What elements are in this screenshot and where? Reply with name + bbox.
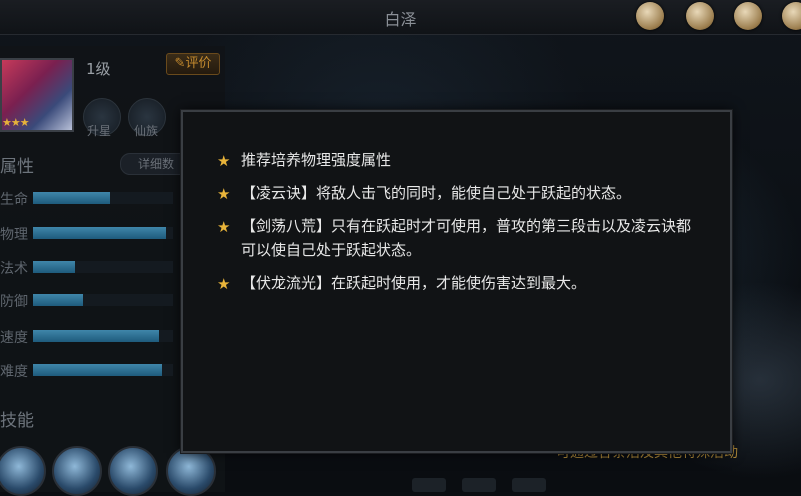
tip-text: 【伏龙流光】在跃起时使用，才能使伤害达到最大。 <box>241 274 587 292</box>
stat-bar-fill <box>33 261 75 273</box>
star-icon: ★ <box>217 275 231 293</box>
top-bar: 白泽 <box>0 0 801 35</box>
skill-icon-3[interactable] <box>108 446 158 496</box>
stat-bar-track <box>33 294 173 306</box>
stat-bar-fill <box>33 364 162 376</box>
tip-item: ★ 【伏龙流光】在跃起时使用，才能使伤害达到最大。 <box>217 271 697 295</box>
star-icon: ★ <box>217 152 231 170</box>
hero-level: 1级 <box>86 60 111 78</box>
stat-bar-track <box>33 192 173 204</box>
mail-icon[interactable] <box>636 2 664 30</box>
bottom-tab-1[interactable] <box>412 478 446 492</box>
scroll-icon[interactable] <box>686 2 714 30</box>
stat-label: 生命 <box>0 192 28 208</box>
tip-item: ★ 【凌云诀】将敌人击飞的同时，能使自己处于跃起的状态。 <box>217 181 697 205</box>
coin-icon[interactable] <box>734 2 762 30</box>
stat-bar-track <box>33 261 173 273</box>
stat-bar-fill <box>33 192 110 204</box>
skills-section-title: 技能 <box>0 411 34 431</box>
hero-tip-dialog[interactable]: ★ 推荐培养物理强度属性 ★ 【凌云诀】将敌人击飞的同时，能使自己处于跃起的状态… <box>181 110 732 453</box>
bottom-tab-2[interactable] <box>462 478 496 492</box>
stat-label: 速度 <box>0 330 28 346</box>
bottom-tab-3[interactable] <box>512 478 546 492</box>
stat-label: 物理 <box>0 227 28 243</box>
stat-bar-fill <box>33 330 159 342</box>
stat-label: 难度 <box>0 364 28 380</box>
rate-button-label: 评价 <box>185 56 212 71</box>
tip-item: ★ 【剑荡八荒】只有在跃起时才可使用，普攻的第三段击以及凌云诀都可以使自己处于跃… <box>217 214 697 262</box>
stat-bar-fill <box>33 294 84 306</box>
star-icon: ★ <box>217 218 231 236</box>
tip-item: ★ 推荐培养物理强度属性 <box>217 148 697 172</box>
stat-bar-track <box>33 364 173 376</box>
skill-icon-4[interactable] <box>166 446 216 496</box>
tip-text: 推荐培养物理强度属性 <box>241 151 392 169</box>
race-label: 仙族 <box>134 124 159 138</box>
page-title: 白泽 <box>384 10 417 29</box>
stat-bar-fill <box>33 227 166 239</box>
stat-label: 法术 <box>0 261 28 277</box>
tip-text: 【剑荡八荒】只有在跃起时才可使用，普攻的第三段击以及凌云诀都可以使自己处于跃起状… <box>241 217 692 259</box>
star-icon: ★ <box>217 185 231 203</box>
stat-bar-track <box>33 227 173 239</box>
stat-bar-track <box>33 330 173 342</box>
attributes-section-title: 属性 <box>0 157 34 177</box>
stat-label: 防御 <box>0 294 28 310</box>
skill-icon-2[interactable] <box>52 446 102 496</box>
rate-button[interactable]: ✎评价 <box>166 53 220 75</box>
hero-star-rating: ★★★ <box>2 116 30 129</box>
tip-list: ★ 推荐培养物理强度属性 ★ 【凌云诀】将敌人击飞的同时，能使自己处于跃起的状态… <box>217 148 697 304</box>
upgrade-star-label: 升星 <box>87 124 112 138</box>
tip-text: 【凌云诀】将敌人击飞的同时，能使自己处于跃起的状态。 <box>241 184 632 202</box>
